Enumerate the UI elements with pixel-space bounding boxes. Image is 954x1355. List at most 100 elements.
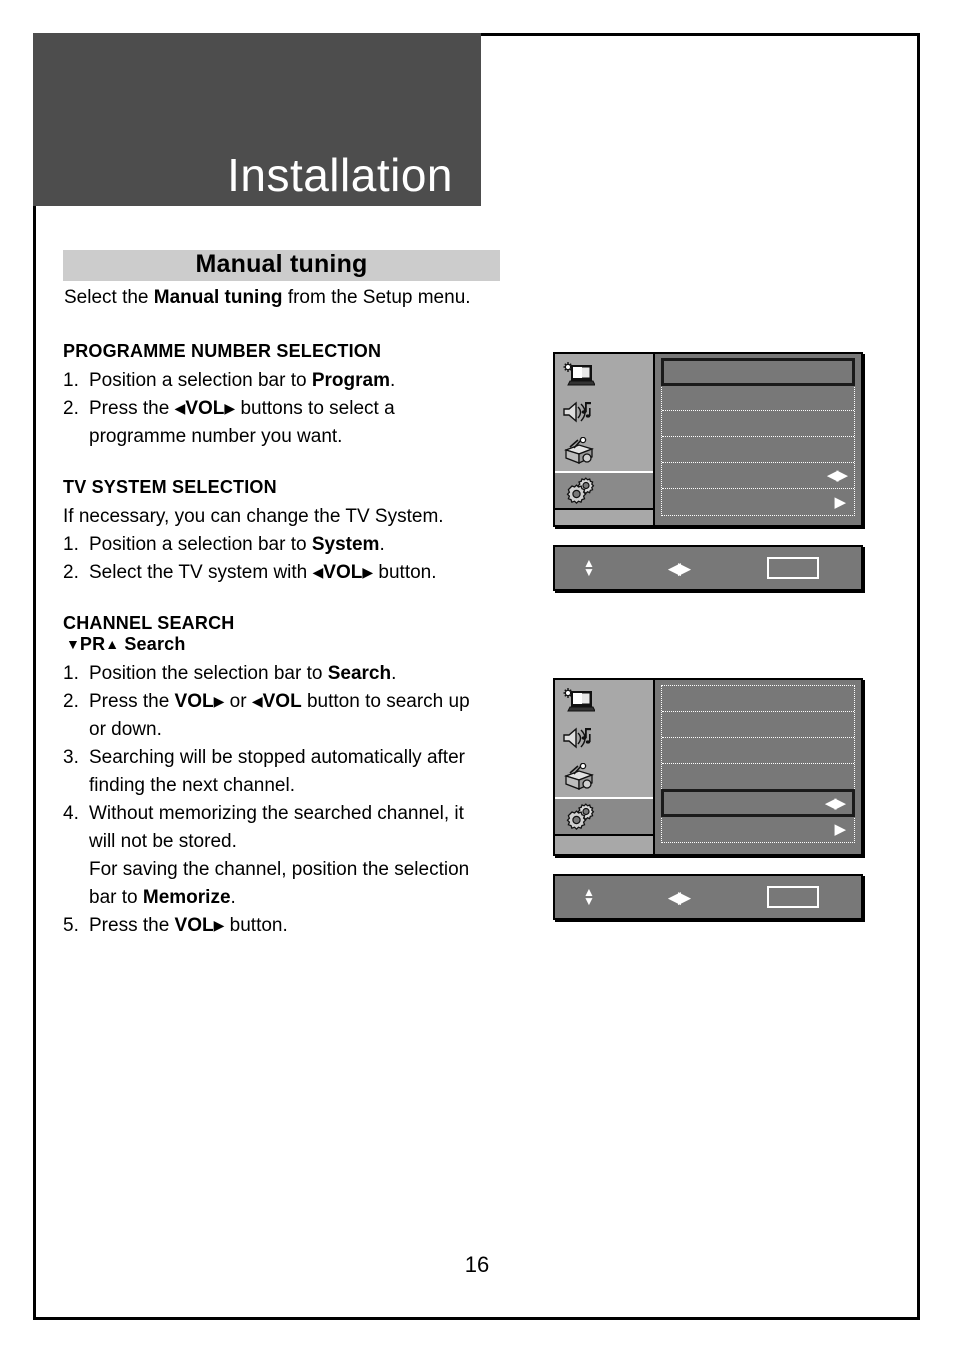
step-text: Position the selection bar to Search. bbox=[89, 663, 396, 684]
text-run: Position a selection bar to bbox=[89, 534, 312, 555]
step-continuation: finding the next channel. bbox=[89, 775, 295, 796]
emphasis-text: Program bbox=[311, 370, 390, 391]
left-triangle-icon: ◀ bbox=[312, 564, 324, 580]
osd-menu-row[interactable] bbox=[662, 738, 854, 764]
step-number: 1. bbox=[63, 370, 79, 391]
picture-icon bbox=[561, 685, 595, 715]
left-right-arrow-icon: ◀▶ bbox=[826, 467, 848, 484]
osd-menu-row[interactable] bbox=[662, 712, 854, 738]
channel-search-heading: CHANNEL SEARCH bbox=[63, 613, 235, 633]
tv-system-selection-intro: If necessary, you can change the TV Syst… bbox=[63, 506, 444, 527]
step-text: Press the ◀VOL▶ buttons to select a bbox=[89, 398, 395, 419]
osd-menu-row[interactable]: ◀▶ bbox=[661, 789, 855, 817]
text-run: Press the bbox=[89, 691, 175, 712]
text-run: button. bbox=[224, 915, 288, 936]
text-run: . bbox=[230, 887, 236, 908]
text-run: button to search up bbox=[301, 691, 470, 712]
step-text: Without memorizing the searched channel,… bbox=[89, 803, 464, 824]
instruction-step: 2. Select the TV system with ◀VOL▶ button… bbox=[63, 559, 523, 587]
programme-number-selection-block: PROGRAMME NUMBER SELECTION 1. Position a … bbox=[63, 341, 523, 451]
instruction-step: 2. Press the ◀VOL▶ buttons to select a pro… bbox=[63, 395, 523, 451]
up-down-arrow-icon: ▲ ▼ bbox=[583, 556, 595, 579]
step-text: Press the VOL▶ or ◀VOL button to search … bbox=[89, 691, 470, 712]
left-triangle-icon: ◀ bbox=[174, 400, 186, 416]
osd-sidebar-item[interactable] bbox=[555, 797, 653, 836]
osd-sidebar-footer bbox=[555, 836, 653, 854]
step-number: 5. bbox=[63, 915, 79, 936]
right-arrow-icon: ▶ bbox=[834, 493, 846, 511]
text-run: or bbox=[224, 691, 252, 712]
lead-bold: Manual tuning bbox=[153, 287, 283, 308]
osd-panel-top: ◀▶ ▶ bbox=[653, 352, 863, 527]
osd-sidebar-item[interactable] bbox=[555, 719, 653, 758]
text-run: Press the bbox=[89, 915, 175, 936]
osd-menu-row[interactable]: ◀▶ bbox=[662, 463, 854, 489]
left-right-arrow-icon: ◀▶ bbox=[824, 794, 846, 812]
instruction-step: 2. Press the VOL▶ or ◀VOL button to searc… bbox=[63, 688, 523, 744]
setup-icon bbox=[561, 476, 595, 506]
osd-leftright-cell-top: ◀▶ bbox=[623, 560, 733, 577]
osd-box-cell-top bbox=[733, 557, 853, 579]
osd-menu-program: ◀▶ ▶ bbox=[553, 352, 863, 527]
section-title: Manual tuning bbox=[195, 250, 368, 278]
step-number: 1. bbox=[63, 663, 79, 684]
step-number: 2. bbox=[63, 691, 79, 712]
osd-menu-row[interactable] bbox=[662, 411, 854, 437]
instruction-step: 1. Position a selection bar to System. bbox=[63, 531, 523, 559]
lead-after: from the Setup menu. bbox=[282, 287, 471, 308]
sound-icon bbox=[561, 398, 595, 428]
osd-help-bar-top: ▲ ▼ ◀▶ bbox=[553, 545, 863, 591]
osd-sidebar-item[interactable] bbox=[555, 354, 653, 393]
text-run: Press the bbox=[89, 398, 175, 419]
osd-sidebar-item[interactable] bbox=[555, 393, 653, 432]
right-triangle-icon: ▶ bbox=[213, 693, 225, 709]
osd-sidebar-footer bbox=[555, 510, 653, 525]
step-text: Position a selection bar to System. bbox=[89, 534, 385, 555]
right-arrow-icon: ▶ bbox=[834, 820, 846, 838]
osd-menu-row[interactable] bbox=[662, 764, 854, 790]
feature-icon bbox=[561, 436, 595, 467]
page-number: 16 bbox=[464, 1252, 490, 1277]
step-continuation: bar to Memorize. bbox=[89, 884, 523, 912]
osd-menu-row[interactable]: ▶ bbox=[662, 489, 854, 515]
osd-exit-box-icon bbox=[767, 557, 819, 579]
channel-search-block: CHANNEL SEARCH ▼PR▲ Search 1. Position th… bbox=[63, 613, 523, 940]
osd-sidebar-bottom bbox=[553, 678, 653, 856]
up-triangle-icon: ▲ bbox=[105, 636, 120, 652]
step-text: Select the TV system with ◀VOL▶ button. bbox=[89, 562, 437, 583]
instruction-step: 3. Searching will be stopped automaticall… bbox=[63, 744, 523, 800]
instruction-step: 1. Position the selection bar to Search. bbox=[63, 660, 523, 688]
emphasis-text: Search bbox=[327, 663, 392, 684]
osd-menu-row[interactable]: ▶ bbox=[662, 816, 854, 842]
osd-sidebar-item[interactable] bbox=[555, 432, 653, 471]
step-text: Press the VOL▶ button. bbox=[89, 915, 288, 936]
osd-menu-row[interactable] bbox=[661, 358, 855, 386]
osd-sidebar-item[interactable] bbox=[555, 758, 653, 797]
osd-menu-search: ◀▶ ▶ bbox=[553, 678, 863, 856]
emphasis-text: VOL bbox=[262, 691, 302, 712]
body-text-column: Select the Manual tuning from the Setup … bbox=[63, 285, 523, 940]
text-run: Position the selection bar to bbox=[89, 663, 328, 684]
osd-leftright-cell-bottom: ◀▶ bbox=[623, 889, 733, 906]
text-run: . bbox=[391, 663, 397, 684]
osd-sidebar-item[interactable] bbox=[555, 471, 653, 510]
text-run: Without memorizing the searched channel,… bbox=[89, 803, 464, 824]
channel-search-steps: 1. Position the selection bar to Search. 2… bbox=[63, 660, 523, 940]
instruction-step: 4. Without memorizing the searched channe… bbox=[63, 800, 523, 912]
osd-menu-row[interactable] bbox=[662, 686, 854, 712]
tv-system-selection-heading: TV SYSTEM SELECTION bbox=[63, 477, 277, 497]
page-title: Installation bbox=[227, 149, 453, 201]
channel-search-subheading: ▼PR▲ Search bbox=[63, 634, 523, 655]
step-number: 2. bbox=[63, 398, 79, 419]
setup-icon bbox=[561, 802, 595, 832]
osd-menu-row[interactable] bbox=[662, 385, 854, 411]
up-down-arrow-icon: ▲ ▼ bbox=[583, 885, 595, 908]
text-run: Position a selection bar to bbox=[89, 370, 312, 391]
text-run: . bbox=[379, 534, 385, 555]
tv-system-selection-steps: 1. Position a selection bar to System. 2. S… bbox=[63, 531, 523, 587]
osd-sidebar-item[interactable] bbox=[555, 680, 653, 719]
osd-menu-row[interactable] bbox=[662, 437, 854, 463]
step-number: 3. bbox=[63, 747, 79, 768]
osd-box-cell-bottom bbox=[733, 886, 853, 908]
sound-icon bbox=[561, 724, 595, 754]
